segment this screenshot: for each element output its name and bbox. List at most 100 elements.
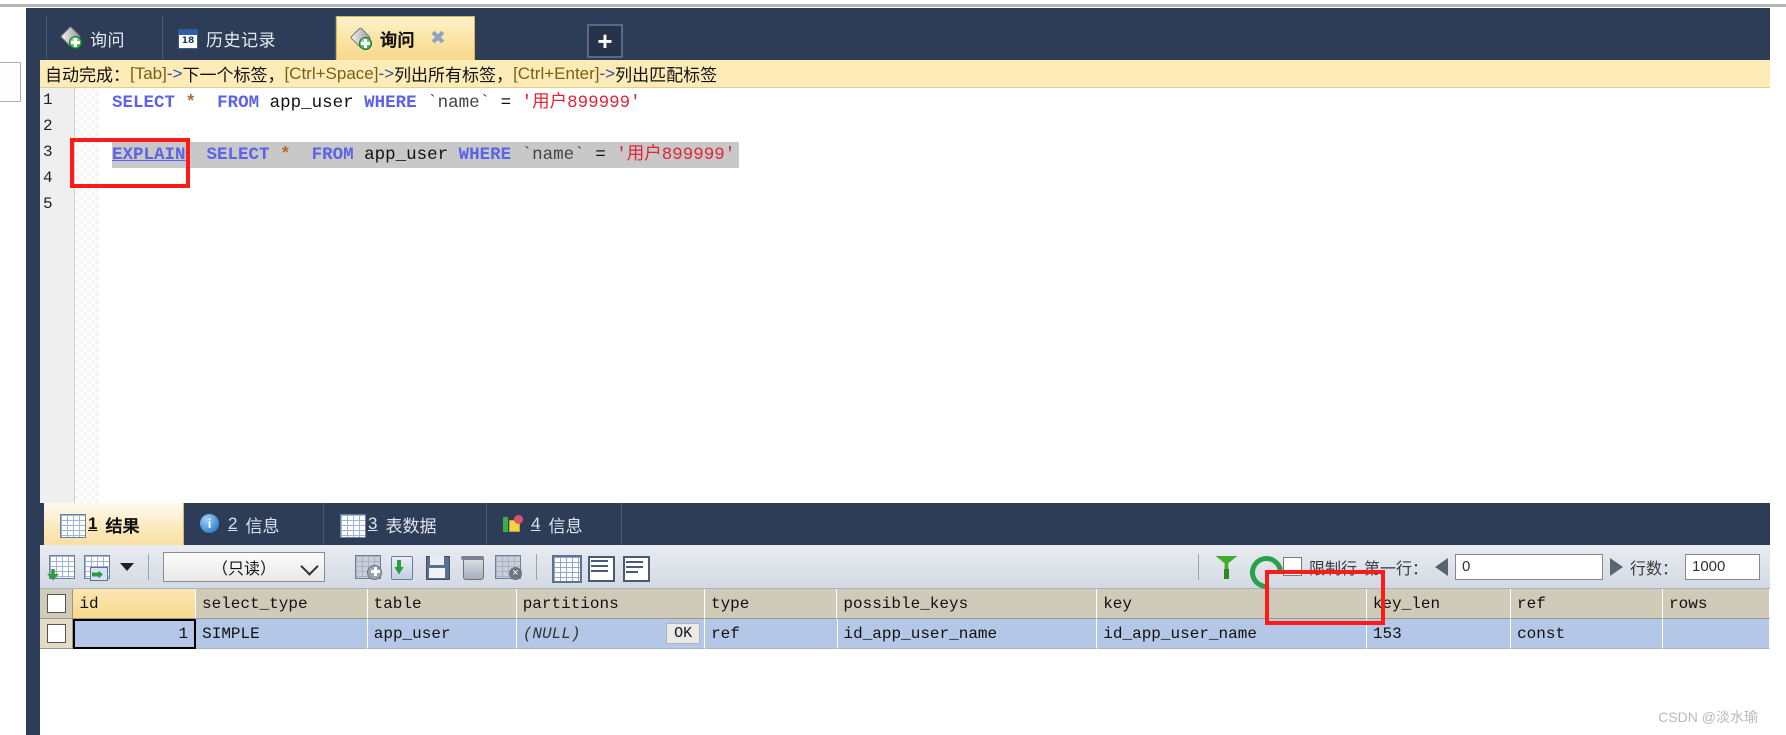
row-checkbox[interactable] [46,624,66,643]
result-tab-3-table-data[interactable]: 3 表数据 [324,503,487,545]
code-token: app_user [353,145,459,165]
toolbar-separator-3 [1197,553,1199,580]
left-rail [26,8,40,735]
next-page-arrow[interactable] [1609,557,1623,576]
cell-type[interactable]: ref [705,619,838,649]
result-tab-1-results[interactable]: 1 结果 [44,503,184,545]
readonly-select[interactable]: （只读） [163,551,325,582]
result-tab-bar: 1 结果 i 2 信息 3 表数据 4 信息 [40,503,1770,545]
result-tab-2-info[interactable]: i 2 信息 [184,503,324,545]
column-header-possible_keys[interactable]: possible_keys [837,589,1098,619]
column-header-key_len[interactable]: key_len [1366,589,1512,619]
filter-funnel-icon[interactable] [1213,553,1241,581]
hint-text-1: 下一个标签， [182,66,285,85]
row-select-cell[interactable] [40,619,74,649]
code-token: FROM [217,93,260,113]
sql-editor[interactable]: 1 2 3 4 5 SELECT * FROM app_user WHERE `… [40,88,1770,505]
readonly-select-value: （只读） [211,560,276,578]
table-header-row: id select_type table partitions type possible… [40,589,1770,619]
fold-column[interactable] [75,88,99,503]
column-header-rows[interactable]: rows [1663,589,1770,619]
refresh-icon[interactable] [1243,549,1290,595]
add-record-button[interactable] [47,553,76,581]
duplicate-row-button[interactable] [354,553,382,581]
line-number-gutter: 1 2 3 4 5 [40,88,75,503]
close-icon[interactable]: ✖ [430,27,446,50]
cell-possible_keys[interactable]: id_app_user_name [837,619,1098,649]
result-toolbar: （只读） × 限制行 第一行： 0 行数： 1000 [40,545,1770,595]
column-header-type[interactable]: type [704,589,838,619]
cell-ref[interactable]: const [1511,619,1664,649]
column-header-id[interactable]: id [73,589,196,619]
cell-table[interactable]: app_user [367,619,517,649]
cell-rows[interactable] [1663,619,1771,649]
grid-delete-icon[interactable]: × [494,553,522,581]
row-count-input[interactable]: 1000 [1685,553,1760,580]
hint-arrow-3: -> [599,63,616,83]
tab-query-1[interactable]: 询问 [46,16,163,60]
code-area[interactable]: SELECT * FROM app_user WHERE `name` = '用… [102,88,1770,503]
code-token: app_user [259,93,365,113]
cell-partitions[interactable]: (NULL) OK [516,619,706,649]
code-token: `name` [427,93,491,113]
column-header-partitions[interactable]: partitions [516,589,705,619]
result-grid-icon [60,514,86,538]
code-line-1[interactable]: SELECT * FROM app_user WHERE `name` = '用… [112,90,641,116]
result-tab-number: 1 [88,514,98,533]
autocomplete-hint-bar: 自动完成： [Tab] -> 下一个标签， [Ctrl+Space] -> 列出… [40,60,1770,88]
first-row-label: 第一行： [1363,560,1428,578]
tab-history[interactable]: 18 历史记录 [163,16,336,60]
code-line-4[interactable] [112,168,123,194]
new-tab-button[interactable]: + [587,24,623,58]
first-row-input[interactable]: 0 [1454,553,1603,580]
tab-label: 询问 [90,30,125,50]
code-token: * [185,93,197,113]
cell-select_type[interactable]: SIMPLE [196,619,368,649]
cell-key_len[interactable]: 153 [1366,619,1512,649]
prev-page-arrow[interactable] [1434,557,1448,576]
limit-rows-checkbox[interactable] [1282,557,1302,576]
limit-rows-label: 限制行 [1308,560,1357,578]
hint-key-ctrl-space: [Ctrl+Space] [284,63,379,83]
code-line-3[interactable]: EXPLAIN SELECT * FROM app_user WHERE `na… [112,142,740,168]
result-tab-number: 2 [228,514,238,533]
column-header-key[interactable]: key [1097,589,1367,619]
code-token: SELECT [112,93,176,113]
column-header-ref[interactable]: ref [1511,589,1664,619]
sidebar-collapse-button[interactable] [0,62,21,102]
grid-view-button[interactable] [551,553,582,583]
code-line-5[interactable] [112,194,123,220]
save-icon[interactable] [424,553,452,581]
form-view-button[interactable] [586,553,615,582]
hint-text-3: 列出匹配标签 [615,66,718,85]
line-number: 2 [43,117,53,135]
hint-text-2: 列出所有标签， [394,66,514,85]
hint-arrow-1: -> [166,63,183,83]
code-line-2[interactable] [112,116,123,142]
column-header-select_type[interactable]: select_type [195,589,368,619]
cell-key[interactable]: id_app_user_name [1097,619,1367,649]
chevron-down-icon[interactable] [118,553,134,581]
trash-icon[interactable] [459,553,487,581]
hint-arrow-2: -> [378,63,395,83]
insert-record-dropdown[interactable] [83,553,111,581]
import-icon[interactable] [389,553,417,581]
text-view-button[interactable] [621,553,650,582]
code-token: WHERE [458,145,512,165]
table-row[interactable]: 1 SIMPLE app_user (NULL) OK ref id_app_user_na… [40,619,1771,649]
select-all-cell[interactable] [40,589,74,619]
cell-id[interactable]: 1 [73,619,197,649]
left-margin [0,8,26,735]
tab-label: 历史记录 [206,30,276,50]
code-token: '用户899999' [521,93,641,113]
tab-query-2-active[interactable]: 询问 ✖ [336,16,475,60]
result-tab-4-info[interactable]: 4 信息 [487,503,622,545]
select-all-checkbox[interactable] [46,594,66,613]
column-header-table[interactable]: table [367,589,517,619]
code-token: WHERE [364,93,417,113]
